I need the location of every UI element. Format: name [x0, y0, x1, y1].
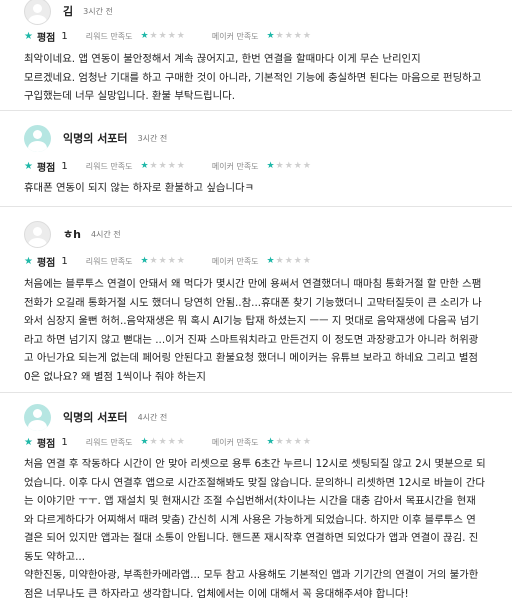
review-header: 김 3시간 전: [24, 0, 113, 26]
star-icon: ★: [167, 161, 177, 171]
star-icon: ★: [284, 31, 294, 41]
star-icon: ★: [275, 437, 285, 447]
star-icon: ★: [176, 31, 186, 41]
review-text: 처음 연결 후 작동하다 시간이 안 맞아 리셋으로 용투 6초간 누르니 12…: [24, 458, 486, 600]
reward-satisfaction-label: 리워드 만족도: [85, 31, 133, 41]
star-icon: ★: [293, 31, 303, 41]
star-icon: ★: [284, 161, 294, 171]
star-icon: ★: [158, 256, 168, 266]
star-icon: ★: [140, 256, 150, 266]
star-icon: ★: [140, 161, 150, 171]
star-icon: ★: [302, 161, 312, 171]
review-header: 익명의 서포터 3시간 전: [24, 123, 167, 153]
star-icon: ★: [24, 160, 33, 172]
star-icon: ★: [284, 256, 294, 266]
star-icon: ★: [275, 256, 285, 266]
rating-label: 평점: [36, 162, 56, 174]
star-icon: ★: [266, 256, 276, 266]
star-icon: ★: [284, 437, 294, 447]
rating-value: 1: [61, 436, 68, 448]
rating-row: ★ 평점 1 리워드 만족도 ★★★★★ 메이커 만족도 ★★★★★: [24, 253, 312, 269]
star-icon: ★: [158, 161, 168, 171]
star-icon: ★: [149, 31, 159, 41]
star-icon: ★: [140, 437, 150, 447]
avatar: [24, 403, 51, 431]
reviewer-name: ㅎh: [63, 228, 81, 241]
rating-row: ★ 평점 1 리워드 만족도 ★★★★★ 메이커 만족도 ★★★★★: [24, 434, 312, 450]
star-icon: ★: [24, 30, 33, 42]
avatar: [24, 0, 51, 25]
review-time: 3시간 전: [137, 133, 168, 143]
star-icon: ★: [167, 256, 177, 266]
review-item: 익명의 서포터 3시간 전 ★ 평점 1 리워드 만족도 ★★★★★ 메이커 만…: [0, 111, 512, 207]
star-icon: ★: [176, 437, 186, 447]
star-icon: ★: [167, 437, 177, 447]
star-icon: ★: [293, 161, 303, 171]
star-icon: ★: [149, 437, 159, 447]
reward-satisfaction-label: 리워드 만족도: [85, 161, 133, 171]
maker-stars: ★★★★★: [267, 161, 312, 171]
star-icon: ★: [140, 31, 150, 41]
star-icon: ★: [149, 256, 159, 266]
review-text: 최악이네요. 앱 연동이 불안정해서 계속 끊어지고, 한번 연결을 할때마다 …: [24, 53, 482, 102]
avatar: [24, 124, 51, 152]
review-item: 익명의 서포터 4시간 전 ★ 평점 1 리워드 만족도 ★★★★★ 메이커 만…: [0, 393, 512, 609]
maker-stars: ★★★★★: [267, 256, 312, 266]
star-icon: ★: [158, 31, 168, 41]
star-icon: ★: [302, 31, 312, 41]
avatar: [24, 220, 51, 248]
review-item: ㅎh 4시간 전 ★ 평점 1 리워드 만족도 ★★★★★ 메이커 만족도 ★★…: [0, 207, 512, 393]
reviewer-name: 김: [63, 5, 74, 18]
reward-stars: ★★★★★: [140, 256, 185, 266]
maker-satisfaction-label: 메이커 만족도: [211, 256, 259, 266]
rating-value: 1: [61, 160, 68, 172]
rating-label: 평점: [36, 257, 56, 269]
maker-satisfaction-label: 메이커 만족도: [211, 31, 259, 41]
star-icon: ★: [158, 437, 168, 447]
star-icon: ★: [266, 161, 276, 171]
reward-satisfaction-label: 리워드 만족도: [85, 256, 133, 266]
rating-row: ★ 평점 1 리워드 만족도 ★★★★★ 메이커 만족도 ★★★★★: [24, 28, 312, 44]
reviewer-name: 익명의 서포터: [63, 411, 128, 424]
star-icon: ★: [275, 31, 285, 41]
maker-satisfaction-label: 메이커 만족도: [211, 161, 259, 171]
rating-label: 평점: [36, 32, 56, 44]
maker-stars: ★★★★★: [267, 437, 312, 447]
star-icon: ★: [302, 256, 312, 266]
review-text: 휴대폰 연동이 되지 않는 하자로 환불하고 싶습니다ㅋ: [24, 182, 255, 194]
review-time: 3시간 전: [83, 6, 113, 16]
maker-stars: ★★★★★: [267, 31, 312, 41]
star-icon: ★: [167, 31, 177, 41]
reward-stars: ★★★★★: [140, 31, 185, 41]
star-icon: ★: [149, 161, 159, 171]
reward-stars: ★★★★★: [140, 161, 185, 171]
review-time: 4시간 전: [90, 229, 121, 239]
rating-row: ★ 평점 1 리워드 만족도 ★★★★★ 메이커 만족도 ★★★★★: [24, 158, 312, 174]
reward-stars: ★★★★★: [140, 437, 185, 447]
star-icon: ★: [24, 255, 33, 267]
rating-label: 평점: [36, 438, 56, 450]
star-icon: ★: [176, 161, 186, 171]
review-header: 익명의 서포터 4시간 전: [24, 402, 167, 432]
review-time: 4시간 전: [137, 412, 168, 422]
star-icon: ★: [266, 31, 276, 41]
review-header: ㅎh 4시간 전: [24, 219, 121, 249]
maker-satisfaction-label: 메이커 만족도: [211, 437, 259, 447]
star-icon: ★: [302, 437, 312, 447]
star-icon: ★: [293, 256, 303, 266]
star-icon: ★: [293, 437, 303, 447]
review-text: 처음에는 블루투스 연결이 안돼서 왜 먹다가 몇시간 만에 용써서 연결했더니…: [24, 278, 482, 383]
reward-satisfaction-label: 리워드 만족도: [85, 437, 133, 447]
star-icon: ★: [275, 161, 285, 171]
star-icon: ★: [24, 436, 33, 448]
reviewer-name: 익명의 서포터: [63, 132, 128, 145]
review-item: 김 3시간 전 ★ 평점 1 리워드 만족도 ★★★★★ 메이커 만족도 ★★★…: [0, 0, 512, 111]
star-icon: ★: [176, 256, 186, 266]
rating-value: 1: [61, 255, 68, 267]
star-icon: ★: [266, 437, 276, 447]
rating-value: 1: [61, 30, 68, 42]
